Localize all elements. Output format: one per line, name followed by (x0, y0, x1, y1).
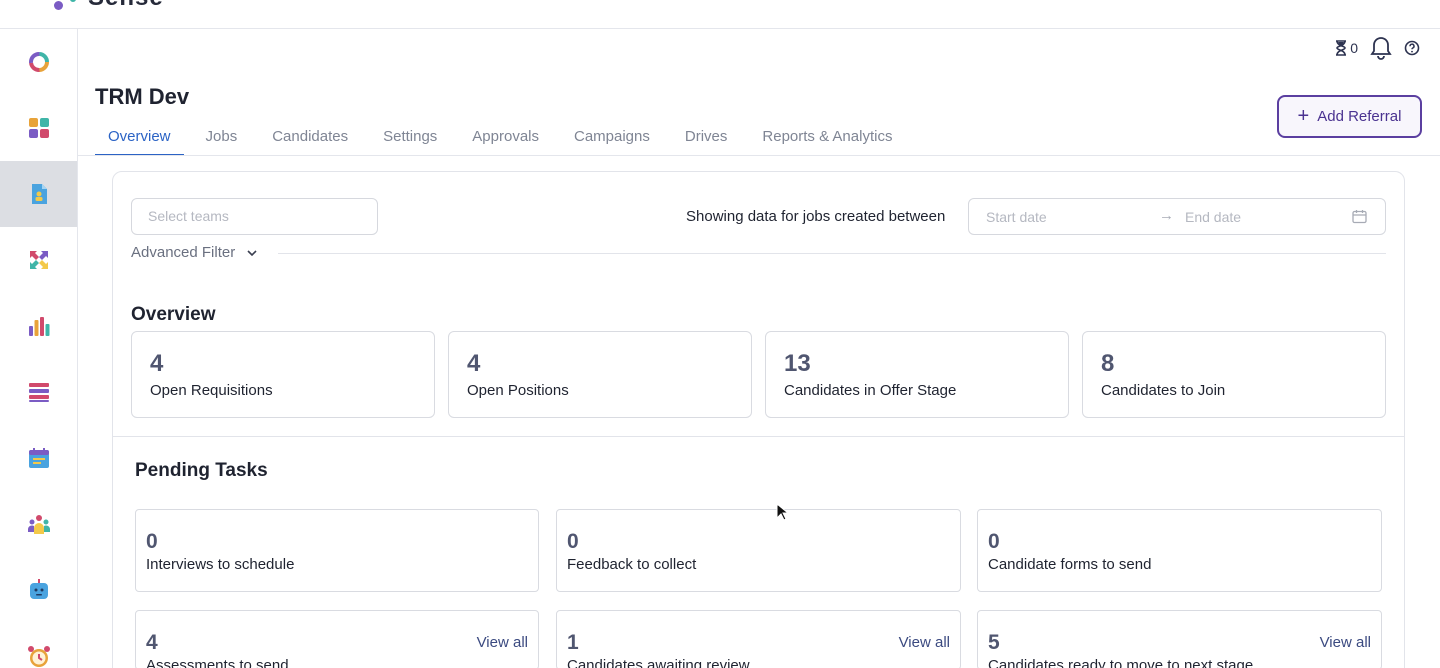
sidebar-item-calendar[interactable] (0, 425, 77, 491)
tab-candidates[interactable]: Candidates (259, 118, 361, 156)
header-actions: 0 (1335, 36, 1420, 60)
date-range-picker[interactable]: Start date → End date (968, 198, 1386, 235)
brand-name: Sense (88, 0, 164, 12)
task-assessments-to-send[interactable]: 4 Assessments to send View all (135, 610, 539, 668)
start-date-input[interactable]: Start date (986, 209, 1047, 225)
calendar-icon (28, 448, 49, 468)
stat-value: 4 (467, 350, 481, 377)
hourglass-count: 0 (1350, 40, 1358, 56)
tab-campaigns[interactable]: Campaigns (561, 118, 663, 156)
stat-candidates-to-join[interactable]: 8 Candidates to Join (1082, 331, 1386, 418)
advanced-filter-toggle[interactable]: Advanced Filter (131, 244, 257, 261)
tab-overview[interactable]: Overview (95, 118, 184, 156)
task-candidates-awaiting-review[interactable]: 1 Candidates awaiting review View all (556, 610, 961, 668)
sidebar-item-dashboard[interactable] (0, 95, 77, 161)
sidebar-item-transfers[interactable] (0, 227, 77, 293)
plus-icon: + (1297, 104, 1310, 127)
view-all-link[interactable]: View all (899, 634, 950, 651)
overview-card (112, 171, 1405, 668)
sidebar-item-lists[interactable] (0, 359, 77, 425)
hourglass-counter[interactable]: 0 (1335, 40, 1358, 56)
task-value: 0 (988, 530, 1000, 553)
sidebar-item-home[interactable] (0, 29, 77, 95)
tabs-divider (78, 155, 1440, 156)
tab-settings[interactable]: Settings (370, 118, 450, 156)
team-icon (27, 515, 50, 534)
task-label: Feedback to collect (567, 556, 697, 573)
tab-bar: Overview Jobs Candidates Settings Approv… (95, 118, 914, 156)
pending-tasks-title: Pending Tasks (135, 460, 268, 481)
sidebar-item-reminders[interactable] (0, 623, 77, 668)
sidebar (0, 29, 78, 668)
task-value: 4 (146, 631, 158, 654)
arrow-right-icon: → (1159, 207, 1174, 224)
ring-logo-icon (28, 52, 49, 72)
task-value: 5 (988, 631, 1000, 654)
sidebar-item-analytics[interactable] (0, 293, 77, 359)
section-divider (113, 436, 1404, 437)
bell-icon[interactable] (1370, 36, 1392, 60)
stat-candidates-offer-stage[interactable]: 13 Candidates in Offer Stage (765, 331, 1069, 418)
task-value: 1 (567, 631, 579, 654)
stat-label: Open Requisitions (150, 382, 273, 399)
end-date-input[interactable]: End date (1185, 209, 1241, 225)
sidebar-item-referrals[interactable] (0, 161, 77, 227)
task-label: Assessments to send (146, 657, 289, 668)
task-label: Interviews to schedule (146, 556, 295, 573)
tab-drives[interactable]: Drives (672, 118, 741, 156)
stat-value: 4 (150, 350, 164, 377)
transfer-arrows-icon (29, 251, 48, 269)
dashboard-icon (28, 118, 49, 138)
task-label: Candidates ready to move to next stage (988, 657, 1254, 668)
calendar-small-icon[interactable] (1352, 209, 1367, 224)
bar-chart-icon (28, 317, 49, 336)
page-title: TRM Dev (95, 84, 190, 109)
tab-reports-analytics[interactable]: Reports & Analytics (749, 118, 905, 156)
brand-logo-dot-small (70, 0, 76, 2)
stat-value: 8 (1101, 350, 1115, 377)
help-icon[interactable] (1404, 40, 1420, 56)
stat-label: Candidates in Offer Stage (784, 382, 957, 399)
tab-approvals[interactable]: Approvals (459, 118, 552, 156)
task-value: 0 (146, 530, 158, 553)
view-all-link[interactable]: View all (1320, 634, 1371, 651)
stat-label: Open Positions (467, 382, 569, 399)
brand-logo-dot (54, 1, 63, 10)
hourglass-icon (1336, 40, 1347, 56)
bot-icon (29, 579, 48, 599)
stat-label: Candidates to Join (1101, 382, 1226, 399)
advanced-filter-divider (278, 253, 1386, 254)
task-candidate-forms-to-send[interactable]: 0 Candidate forms to send (977, 509, 1382, 592)
top-app-bar: Sense (0, 0, 1440, 29)
stat-open-positions[interactable]: 4 Open Positions (448, 331, 752, 418)
mouse-cursor-icon (776, 503, 788, 521)
overview-section-title: Overview (131, 304, 216, 325)
sidebar-item-bot[interactable] (0, 557, 77, 623)
sidebar-item-team[interactable] (0, 491, 77, 557)
task-label: Candidate forms to send (988, 556, 1152, 573)
task-candidates-ready-next-stage[interactable]: 5 Candidates ready to move to next stage… (977, 610, 1382, 668)
task-value: 0 (567, 530, 579, 553)
stat-open-requisitions[interactable]: 4 Open Requisitions (131, 331, 435, 418)
alarm-icon (27, 646, 50, 667)
task-interviews-to-schedule[interactable]: 0 Interviews to schedule (135, 509, 539, 592)
referral-doc-icon (31, 184, 47, 204)
list-icon (28, 383, 49, 402)
advanced-filter-label: Advanced Filter (131, 244, 236, 261)
add-referral-label: Add Referral (1317, 108, 1402, 125)
task-feedback-to-collect[interactable]: 0 Feedback to collect (556, 509, 961, 592)
tab-jobs[interactable]: Jobs (193, 118, 251, 156)
select-teams-input[interactable]: Select teams (131, 198, 378, 235)
view-all-link[interactable]: View all (477, 634, 528, 651)
date-range-caption: Showing data for jobs created between (686, 208, 946, 225)
add-referral-button[interactable]: + Add Referral (1277, 95, 1422, 138)
chevron-down-icon (247, 249, 257, 256)
task-label: Candidates awaiting review (567, 657, 750, 668)
stat-value: 13 (784, 350, 811, 377)
